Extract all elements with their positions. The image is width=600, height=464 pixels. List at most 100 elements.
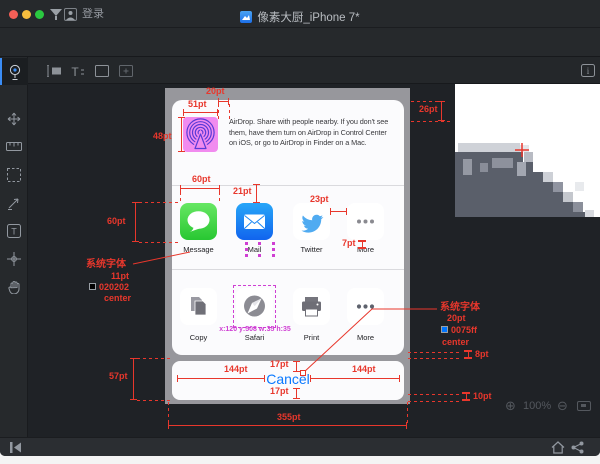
more-action-icon[interactable] (347, 288, 384, 325)
app-label-message[interactable]: Message (173, 246, 224, 254)
guide-line (137, 400, 171, 401)
measure-mail-top-label: 21pt (233, 187, 252, 197)
guide-line (180, 192, 181, 204)
app-label-safari[interactable]: Safari (229, 334, 280, 342)
guide-line (408, 352, 462, 353)
app-label-copy[interactable]: Copy (173, 334, 224, 342)
font-note-right-swatch (441, 326, 448, 333)
measure-cancel-section-label: 57pt (109, 372, 128, 382)
info-icon[interactable]: i (580, 63, 595, 78)
text-style-icon[interactable]: T (70, 63, 85, 78)
pixel-block (553, 182, 563, 192)
font-note-left-title: 系统字体 (86, 259, 126, 270)
measure-cancel-right (310, 378, 400, 379)
measure-cancel-bottom (296, 388, 297, 399)
copy-action-icon[interactable] (180, 288, 217, 325)
share-icon[interactable] (571, 441, 584, 454)
font-note-right-color: 0075ff (451, 326, 477, 336)
ruler-tool[interactable] (0, 133, 28, 160)
pixel-block (563, 192, 573, 202)
svg-text:T: T (11, 226, 17, 236)
title-bar: 登录 像素大厨_iPhone 7* (0, 0, 600, 28)
zoom-out-icon[interactable]: ⊖ (557, 399, 568, 412)
guide-line (139, 242, 179, 243)
move-tool[interactable] (0, 105, 28, 132)
zoom-in-icon[interactable]: ⊕ (505, 399, 516, 412)
region-markup-icon[interactable] (94, 63, 109, 78)
status-bar (0, 437, 600, 456)
pixel-block (520, 145, 529, 152)
guide-line (407, 402, 408, 425)
measure-cancel-top (296, 361, 297, 372)
pixel-block (575, 182, 584, 191)
pixel-block (585, 210, 594, 217)
measure-row-height-label: 60pt (107, 217, 126, 227)
measure-top-gap-label: 20pt (206, 87, 225, 97)
guide-line (229, 104, 230, 120)
add-board-icon[interactable] (118, 63, 133, 78)
more-app-icon[interactable] (347, 203, 384, 240)
measure-mail-top (256, 184, 257, 203)
ibeam-icon (462, 392, 470, 401)
guide-line (408, 394, 460, 395)
app-label-twitter[interactable]: Twitter (286, 246, 337, 254)
app-label-more2[interactable]: More (340, 334, 391, 342)
guide-line (408, 358, 462, 359)
guide-line (139, 202, 179, 203)
measure-right-gap-label: 26pt (419, 105, 438, 115)
app-label-print[interactable]: Print (286, 334, 337, 342)
crosshair-tool[interactable] (0, 245, 28, 272)
home-icon[interactable] (551, 441, 565, 454)
measure-airdrop-width (183, 112, 218, 113)
measure-cancel-bottom-label: 17pt (270, 387, 289, 397)
guide-line (411, 101, 439, 102)
picker-tool[interactable] (0, 189, 28, 216)
magnifier-panel (455, 84, 600, 217)
measure-sheet-width-label: 355pt (277, 413, 301, 423)
app-window: 登录 像素大厨_iPhone 7* ↺ ↻ px dp pt 设计图: @1x … (0, 0, 600, 456)
message-app-icon[interactable] (180, 203, 217, 240)
svg-text:i: i (586, 66, 589, 76)
airdrop-description: AirDrop. Share with people nearby. If yo… (229, 117, 394, 149)
measure-airdrop-height-label: 48pt (153, 132, 172, 142)
sheet-divider (172, 185, 404, 186)
font-note-left-size: 11pt (111, 272, 129, 282)
pixel-block (517, 162, 526, 176)
print-action-icon[interactable] (293, 288, 330, 325)
measure-top-gap (218, 101, 229, 102)
font-note-right-title: 系统字体 (440, 302, 480, 313)
ibeam-icon (464, 350, 472, 359)
measure-label-gap-label: 7pt (342, 239, 356, 249)
measure-cancel-left-label: 144pt (224, 365, 248, 375)
mail-app-icon[interactable] (236, 203, 273, 240)
airdrop-icon[interactable] (183, 117, 218, 152)
collapse-sidebar-icon[interactable] (10, 442, 22, 453)
guide-line (408, 401, 460, 402)
canvas-toolbar: T i (28, 57, 600, 84)
app-file-icon (240, 11, 252, 23)
main-toolbar: ↺ ↻ px dp pt 设计图: @1x #Hex ✓ 单位 ✓ 局部放大 描… (0, 28, 600, 57)
font-note-right-align: center (442, 338, 469, 348)
pixel-block (480, 163, 488, 172)
mail-label-selection-handles (245, 242, 275, 257)
pixel-block (573, 202, 583, 212)
text-tool[interactable]: T (0, 217, 28, 244)
measure-cancel-left (177, 378, 265, 379)
measure-cancel-right-label: 144pt (352, 365, 376, 375)
zoom-level: 100% (523, 401, 551, 412)
tool-sidebar: T (0, 57, 28, 437)
marquee-tool[interactable] (0, 161, 28, 188)
twitter-app-icon[interactable] (293, 203, 330, 240)
font-note-right-size: 20pt (447, 314, 466, 324)
safari-selection-box (233, 285, 276, 328)
selection-coordinates: x:120 y:508 w:35 h:35 (205, 326, 305, 333)
hand-tool[interactable] (0, 273, 28, 300)
ibeam-icon (358, 240, 366, 249)
fit-screen-icon[interactable] (577, 401, 591, 411)
spacing-markup-icon[interactable] (46, 63, 61, 78)
guide-line (219, 192, 220, 204)
measure-airdrop-height (181, 117, 182, 152)
measure-cell-width-label: 60pt (192, 175, 211, 185)
measure-gap10-label: 10pt (473, 392, 492, 402)
smart-measure-tool[interactable] (0, 58, 28, 85)
